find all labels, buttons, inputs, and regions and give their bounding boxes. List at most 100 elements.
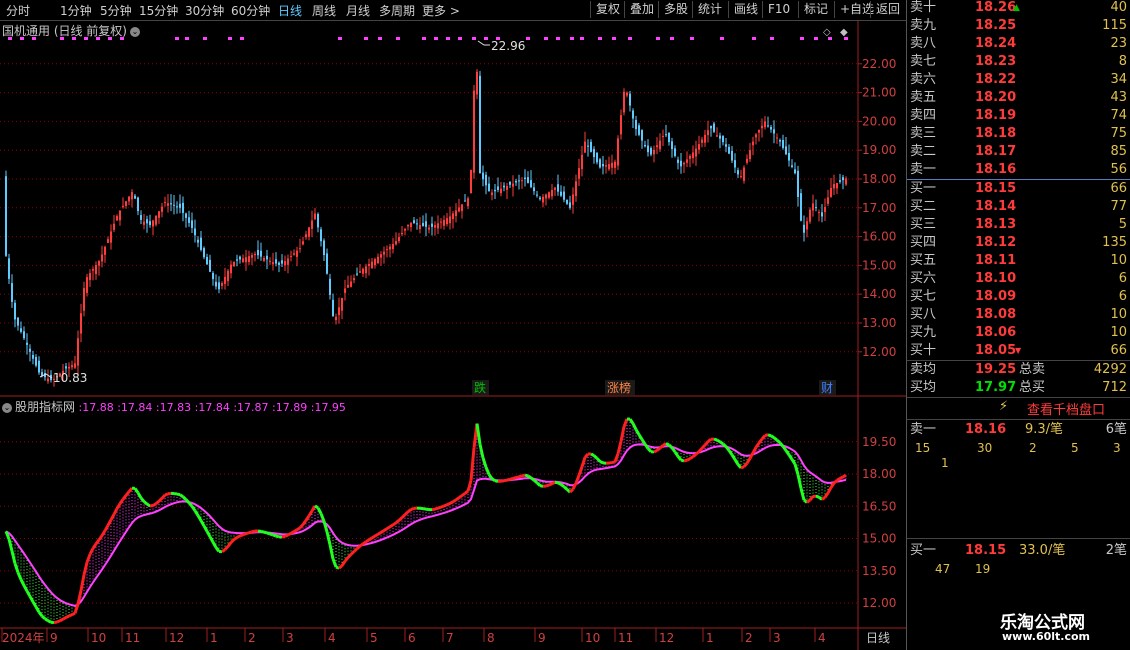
ask-row[interactable]: 卖五 18.20 43	[907, 89, 1129, 107]
bid-row[interactable]: 买四 18.12 135	[907, 234, 1129, 252]
indicator-fast-line	[464, 489, 469, 495]
stats-button[interactable]: 统计	[692, 1, 727, 18]
deep-bid1-row[interactable]: 买一 18.15 33.0/笔 2笔	[907, 542, 1129, 560]
indicator-fast-line	[475, 423, 482, 445]
draw-line-button[interactable]: 画线	[728, 1, 763, 18]
indicator-fast-line	[34, 606, 41, 613]
candle-body	[245, 257, 247, 263]
bid-row[interactable]: 买九 18.06 10	[907, 324, 1129, 342]
time-axis-label: 10	[91, 631, 106, 645]
ask-row[interactable]: 卖九 18.25 115	[907, 17, 1129, 35]
indicator-fast-line	[518, 474, 523, 479]
fuquan-button[interactable]: 复权	[590, 1, 625, 18]
chevron-down-icon[interactable]: ⌄	[130, 26, 140, 37]
candle-body	[11, 283, 13, 302]
signal-dot	[612, 37, 616, 40]
bid-row[interactable]: 买八 18.08 10	[907, 306, 1129, 324]
deep-ask1-row[interactable]: 卖一 18.16 9.3/笔 6笔	[907, 421, 1129, 439]
diamond-icon: ◇	[823, 27, 831, 38]
signal-dot	[580, 37, 584, 40]
candle-body	[806, 221, 808, 230]
candle-body	[800, 193, 802, 221]
ask-row[interactable]: 卖三 18.18 75	[907, 125, 1129, 143]
candle-body	[344, 288, 346, 293]
deep-book-link[interactable]: 查看千档盘口	[1027, 399, 1105, 418]
candle-body	[134, 195, 136, 199]
bid-row[interactable]: 买七 18.09 6	[907, 288, 1129, 306]
candle-body	[608, 164, 610, 170]
ask-row[interactable]: 卖六 18.22 34	[907, 71, 1129, 89]
candle-body	[836, 182, 838, 189]
chevron-down-icon[interactable]: ⌄	[2, 403, 12, 413]
period-tab-15min[interactable]: 15分钟	[139, 2, 178, 19]
candle-body	[770, 126, 772, 130]
candle-body	[803, 224, 805, 233]
indicator-fast-line	[298, 523, 305, 529]
candle-body	[137, 197, 139, 212]
candle-body	[626, 92, 628, 96]
bid-row[interactable]: 买六 18.10 6	[907, 270, 1129, 288]
stock-chart[interactable]: 22.00 21.00 20.00 19.00 18.00 17.00 16.00 15.00…	[0, 0, 906, 650]
candle-body	[86, 277, 88, 293]
indicator-fast-line	[700, 444, 707, 450]
candle-body	[131, 192, 133, 200]
candle-body	[569, 202, 571, 208]
period-tab-monthly[interactable]: 月线	[346, 2, 370, 19]
bid-row[interactable]: 买十 18.05 ▼ 66	[907, 342, 1129, 360]
candle-body	[410, 222, 412, 228]
multi-stock-button[interactable]: 多股	[658, 1, 693, 18]
candle-body	[176, 206, 178, 208]
ask-row[interactable]: 卖四 18.19 74	[907, 107, 1129, 125]
bid-volume: 10	[1110, 253, 1127, 268]
indicator-fast-line	[533, 479, 538, 484]
indicator-fast-line	[748, 452, 755, 460]
indicator-fast-line	[164, 492, 169, 497]
ask-row[interactable]: 卖一 18.16 56	[907, 161, 1129, 179]
overlay-button[interactable]: 叠加	[624, 1, 659, 18]
ask-row[interactable]: 卖二 18.17 85	[907, 143, 1129, 161]
indicator-fast-line	[611, 460, 616, 465]
signal-dot	[338, 37, 342, 40]
indicator-fast-line	[808, 495, 815, 501]
ask-volume: 85	[1110, 144, 1127, 159]
ask-label: 卖六	[910, 72, 937, 87]
indicator-fast-line	[530, 476, 535, 482]
price-axis-label: 17.00	[862, 201, 896, 215]
bid-row[interactable]: 买三 18.13 5	[907, 216, 1129, 234]
period-tab-5min[interactable]: 5分钟	[100, 2, 132, 19]
bid-row[interactable]: 买五 18.11 10	[907, 252, 1129, 270]
f10-button[interactable]: F10	[762, 1, 795, 18]
mark-button[interactable]: 标记	[798, 1, 833, 18]
signal-dot	[364, 37, 368, 40]
candle-body	[221, 283, 223, 286]
indicator-fast-line	[554, 480, 559, 485]
period-tab-fenshi[interactable]: 分时	[6, 2, 30, 19]
ask-row[interactable]: 卖八 18.24 23	[907, 35, 1129, 53]
ask-row[interactable]: 卖十 18.26 ▲ 40	[907, 0, 1129, 17]
period-tab-daily[interactable]: 日线	[278, 2, 302, 19]
period-tab-30min[interactable]: 30分钟	[185, 2, 224, 19]
back-button[interactable]: 返回	[870, 1, 905, 18]
candle-body	[416, 223, 418, 225]
period-tab-more[interactable]: 更多 >	[422, 2, 460, 19]
indicator-fast-line	[31, 600, 38, 608]
period-tab-60min[interactable]: 60分钟	[231, 2, 270, 19]
candle-body	[296, 250, 298, 257]
period-tab-weekly[interactable]: 周线	[312, 2, 336, 19]
candle-body	[755, 134, 757, 138]
candle-body	[224, 276, 226, 284]
bid-row[interactable]: 买二 18.14 77	[907, 198, 1129, 216]
bid-row[interactable]: 买一 18.15 66	[907, 180, 1129, 198]
candle-body	[761, 125, 763, 129]
candle-body	[620, 115, 622, 135]
price-axis-label: 15.00	[862, 258, 896, 272]
indicator-fast-line	[434, 506, 439, 511]
candle-body	[317, 213, 319, 228]
indicator-fast-line	[115, 502, 122, 510]
candle-body	[335, 316, 337, 321]
period-tab-1min[interactable]: 1分钟	[60, 2, 92, 19]
ask-row[interactable]: 卖七 18.23 8	[907, 53, 1129, 71]
candle-body	[77, 338, 79, 366]
ask-volume: 75	[1110, 126, 1127, 141]
period-tab-multi[interactable]: 多周期	[379, 2, 415, 19]
